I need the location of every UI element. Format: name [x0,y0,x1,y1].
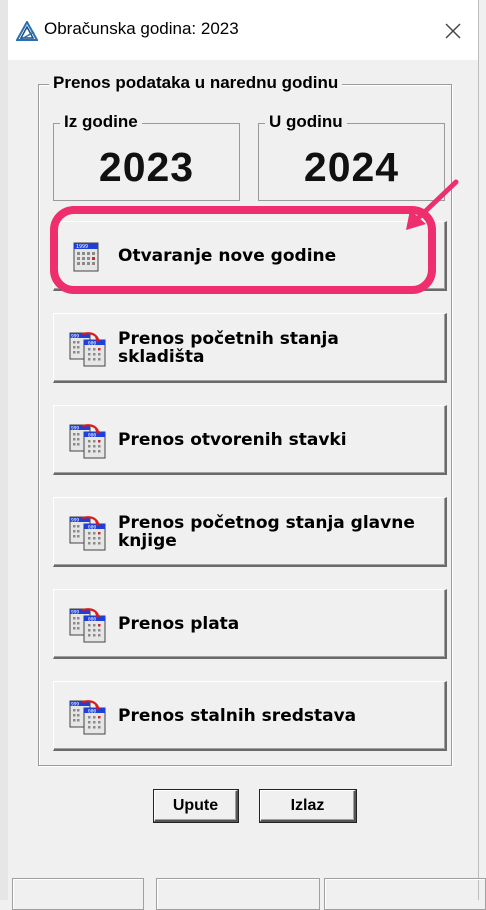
close-icon [445,23,461,39]
transfer-data-group: Prenos podataka u narednu godinu Iz godi… [38,73,452,766]
transfer-general-ledger-label: Prenos početnog stanja glavne knjige [118,512,415,551]
to-year-label: U godinu [265,112,347,132]
svg-text:000: 000 [88,433,96,439]
transfer-general-ledger-button[interactable]: 999 000 Prenos početnog stanja glavne kn… [53,497,447,567]
from-year-box: Iz godine 2023 [53,112,240,201]
svg-text:000: 000 [88,709,96,715]
transfer-fixed-assets-label: Prenos stalnih sredstava [118,705,357,726]
svg-text:999: 999 [71,518,79,524]
transfer-payroll-button[interactable]: 999 000 Prenos plata [53,589,447,659]
transfer-calendar-icon: 999 000 [69,332,106,367]
close-button[interactable] [436,14,470,48]
calendar-icon: 1999 [73,242,99,272]
svg-text:1999: 1999 [76,244,88,250]
transfer-open-items-button[interactable]: 999 000 Prenos otvorenih stavki [53,405,447,475]
transfer-warehouse-balances-button[interactable]: 999 000 Prenos početnih stanja skladišta [53,313,447,383]
from-year-value: 2023 [98,144,195,190]
svg-text:000: 000 [88,617,96,623]
exit-button[interactable]: Izlaz [260,790,356,822]
title-bar[interactable]: Obračunska godina: 2023 [8,0,478,60]
help-button[interactable]: Upute [154,790,238,822]
svg-text:000: 000 [88,525,96,531]
status-pane-1 [12,878,144,910]
triangle-logo-icon [16,21,38,41]
window-title: Obračunska godina: 2023 [44,19,239,38]
transfer-calendar-icon: 999 000 [69,608,106,643]
to-year-box: U godinu 2024 [258,112,445,201]
open-new-year-label: Otvaranje nove godine [118,245,337,266]
open-new-year-button[interactable]: 1999 Otvaranje nove godine [53,221,447,291]
svg-text:999: 999 [71,334,79,340]
to-year-value: 2024 [303,144,400,190]
from-year-label: Iz godine [60,112,142,132]
transfer-fixed-assets-button[interactable]: 999 000 Prenos stalnih sredstava [53,681,447,751]
transfer-calendar-icon: 999 000 [69,700,106,735]
transfer-payroll-label: Prenos plata [118,613,240,634]
svg-text:999: 999 [71,610,79,616]
transfer-warehouse-balances-label: Prenos početnih stanja skladišta [118,328,339,367]
transfer-calendar-icon: 999 000 [69,516,106,551]
status-pane-2 [156,878,320,910]
transfer-group-legend: Prenos podataka u narednu godinu [49,73,343,93]
svg-text:999: 999 [71,702,79,708]
status-pane-3 [324,878,486,910]
svg-text:999: 999 [71,426,79,432]
transfer-calendar-icon: 999 000 [69,424,106,459]
svg-text:000: 000 [88,341,96,347]
transfer-open-items-label: Prenos otvorenih stavki [118,429,347,450]
year-transfer-dialog: Obračunska godina: 2023 Prenos podataka … [8,0,486,910]
